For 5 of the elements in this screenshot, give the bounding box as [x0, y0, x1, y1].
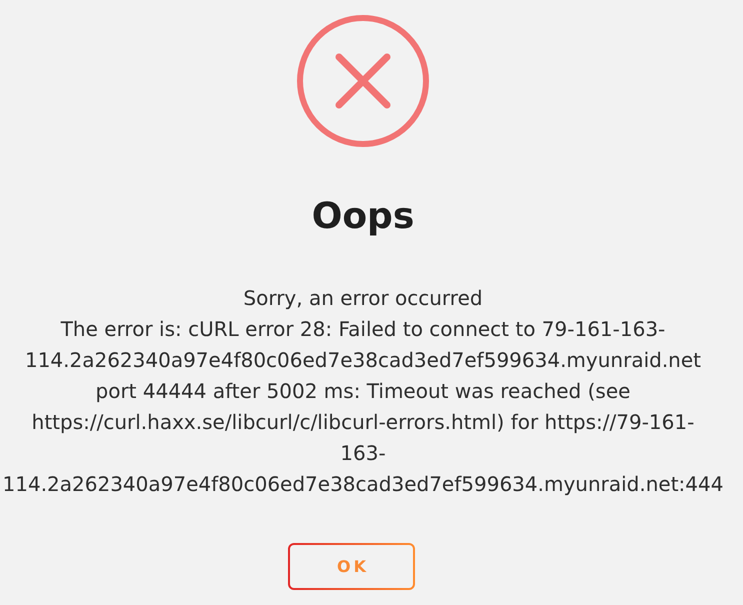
- ok-button[interactable]: OK: [288, 543, 415, 590]
- error-subtitle: Sorry, an error occurred: [243, 285, 483, 312]
- error-message: The error is: cURL error 28: Failed to connect to 79-161-163- 114.2a262340a97e4f80c06ed7e38cad3ed7ef599634.myunraid.net port 44444 after 5002 ms: Timeout was reached (see https://curl.haxx.se/libcurl/c/libcurl-errors.html) for https://79-161- 163- 114.2a262340a97e4f80c06ed7e38cad3ed7ef599634.myunraid.net:444: [2, 316, 724, 498]
- dialog-title: Oops: [312, 195, 414, 239]
- cross-circle-icon: [297, 15, 429, 147]
